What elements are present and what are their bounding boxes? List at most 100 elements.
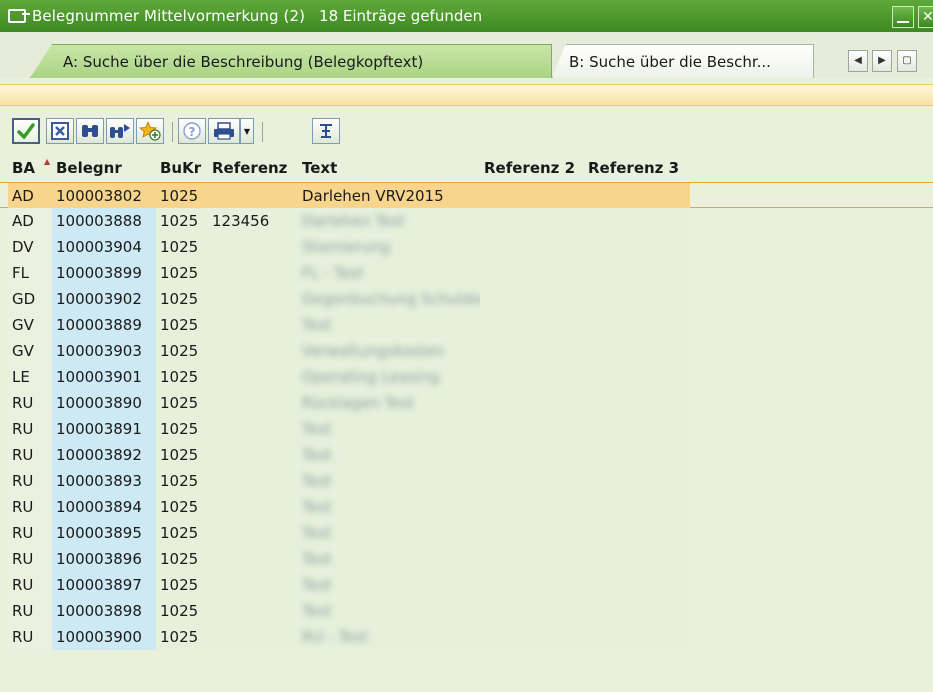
cell-text[interactable]: Verwaltungskosten	[298, 338, 480, 364]
cell-ba[interactable]: GV	[8, 338, 52, 364]
cell-referenz-3[interactable]	[584, 234, 690, 260]
cell-referenz-2[interactable]	[480, 260, 584, 286]
table-row[interactable]: GD 100003902 1025 Gegenbuchung Schulden	[0, 286, 933, 312]
cell-referenz-3[interactable]	[584, 364, 690, 390]
cell-referenz-2[interactable]	[480, 442, 584, 468]
cell-bukr[interactable]: 1025	[156, 442, 208, 468]
table-row[interactable]: RU 100003896 1025 Test	[0, 546, 933, 572]
cell-referenz-3[interactable]	[584, 442, 690, 468]
cell-ba[interactable]: LE	[8, 364, 52, 390]
ok-button[interactable]	[12, 118, 40, 144]
cell-bukr[interactable]: 1025	[156, 468, 208, 494]
cell-bukr[interactable]: 1025	[156, 338, 208, 364]
column-header-ba[interactable]: BA ▲	[8, 154, 52, 182]
cell-belegnr[interactable]: 100003890	[52, 390, 156, 416]
cell-referenz[interactable]	[208, 468, 298, 494]
column-header-referenz[interactable]: Referenz	[208, 154, 298, 182]
cell-belegnr[interactable]: 100003897	[52, 572, 156, 598]
cell-ba[interactable]: RU	[8, 416, 52, 442]
cell-belegnr[interactable]: 100003802	[52, 183, 156, 209]
cell-referenz-3[interactable]	[584, 546, 690, 572]
cell-ba[interactable]: RU	[8, 468, 52, 494]
table-row[interactable]: DV 100003904 1025 Stornierung	[0, 234, 933, 260]
close-button[interactable]: ✕	[918, 6, 933, 28]
table-row[interactable]: RU 100003893 1025 Test	[0, 468, 933, 494]
cell-ba[interactable]: DV	[8, 234, 52, 260]
cell-referenz[interactable]	[208, 312, 298, 338]
cell-referenz[interactable]	[208, 416, 298, 442]
cell-ba[interactable]: RU	[8, 572, 52, 598]
cell-text[interactable]: Test	[298, 416, 480, 442]
cell-text[interactable]: Stornierung	[298, 234, 480, 260]
column-header-belegnr[interactable]: Belegnr	[52, 154, 156, 182]
cell-referenz-2[interactable]	[480, 364, 584, 390]
cell-ba[interactable]: RU	[8, 598, 52, 624]
sum-button[interactable]	[312, 118, 340, 144]
cell-referenz-2[interactable]	[480, 183, 584, 209]
cell-ba[interactable]: RU	[8, 494, 52, 520]
cell-bukr[interactable]: 1025	[156, 312, 208, 338]
cell-referenz-3[interactable]	[584, 468, 690, 494]
cell-referenz[interactable]	[208, 390, 298, 416]
table-row[interactable]: RU 100003892 1025 Test	[0, 442, 933, 468]
find-next-button[interactable]	[106, 118, 134, 144]
cell-ba[interactable]: RU	[8, 442, 52, 468]
table-row[interactable]: RU 100003895 1025 Test	[0, 520, 933, 546]
table-row[interactable]: RU 100003900 1025 RU - Test	[0, 624, 933, 650]
cell-text[interactable]: Darlehen Test	[298, 208, 480, 234]
table-row[interactable]: AD 100003888 1025 123456 Darlehen Test	[0, 208, 933, 234]
cell-bukr[interactable]: 1025	[156, 364, 208, 390]
cell-belegnr[interactable]: 100003894	[52, 494, 156, 520]
cell-bukr[interactable]: 1025	[156, 234, 208, 260]
column-header-bukr[interactable]: BuKr	[156, 154, 208, 182]
cell-text[interactable]: RU - Test	[298, 624, 480, 650]
cell-bukr[interactable]: 1025	[156, 390, 208, 416]
cell-referenz-3[interactable]	[584, 208, 690, 234]
cell-text[interactable]: Test	[298, 468, 480, 494]
cell-bukr[interactable]: 1025	[156, 624, 208, 650]
info-button[interactable]: ?	[178, 118, 206, 144]
cell-belegnr[interactable]: 100003895	[52, 520, 156, 546]
cell-text[interactable]: FL - Test	[298, 260, 480, 286]
cell-bukr[interactable]: 1025	[156, 260, 208, 286]
cell-referenz-3[interactable]	[584, 598, 690, 624]
cell-belegnr[interactable]: 100003902	[52, 286, 156, 312]
cell-text[interactable]: Test	[298, 442, 480, 468]
cell-ba[interactable]: RU	[8, 520, 52, 546]
cell-referenz[interactable]	[208, 520, 298, 546]
column-header-referenz-3[interactable]: Referenz 3	[584, 154, 690, 182]
cell-text[interactable]: Test	[298, 598, 480, 624]
cell-referenz-3[interactable]	[584, 260, 690, 286]
cell-referenz-2[interactable]	[480, 416, 584, 442]
cell-referenz-2[interactable]	[480, 572, 584, 598]
cell-text[interactable]: Test	[298, 312, 480, 338]
cell-text[interactable]: Test	[298, 546, 480, 572]
cell-bukr[interactable]: 1025	[156, 208, 208, 234]
cell-referenz[interactable]	[208, 598, 298, 624]
table-row[interactable]: AD 100003802 1025 Darlehen VRV2015	[0, 182, 933, 209]
cell-belegnr[interactable]: 100003899	[52, 260, 156, 286]
cell-belegnr[interactable]: 100003898	[52, 598, 156, 624]
cell-referenz-3[interactable]	[584, 572, 690, 598]
table-row[interactable]: FL 100003899 1025 FL - Test	[0, 260, 933, 286]
cell-belegnr[interactable]: 100003904	[52, 234, 156, 260]
cell-referenz-2[interactable]	[480, 234, 584, 260]
print-button[interactable]	[208, 118, 240, 144]
cell-referenz[interactable]	[208, 183, 298, 209]
cell-ba[interactable]: GV	[8, 312, 52, 338]
cell-text[interactable]: Test	[298, 494, 480, 520]
cell-referenz[interactable]	[208, 624, 298, 650]
cell-referenz-3[interactable]	[584, 312, 690, 338]
cell-referenz-2[interactable]	[480, 286, 584, 312]
cell-referenz-3[interactable]	[584, 416, 690, 442]
tab-prev-icon[interactable]: ◀	[848, 50, 868, 72]
cell-referenz-3[interactable]	[584, 183, 690, 209]
cell-referenz-3[interactable]	[584, 390, 690, 416]
cell-referenz[interactable]	[208, 260, 298, 286]
cell-belegnr[interactable]: 100003900	[52, 624, 156, 650]
cell-referenz-2[interactable]	[480, 494, 584, 520]
cell-referenz[interactable]	[208, 234, 298, 260]
cell-belegnr[interactable]: 100003891	[52, 416, 156, 442]
cell-belegnr[interactable]: 100003896	[52, 546, 156, 572]
cell-referenz-3[interactable]	[584, 338, 690, 364]
